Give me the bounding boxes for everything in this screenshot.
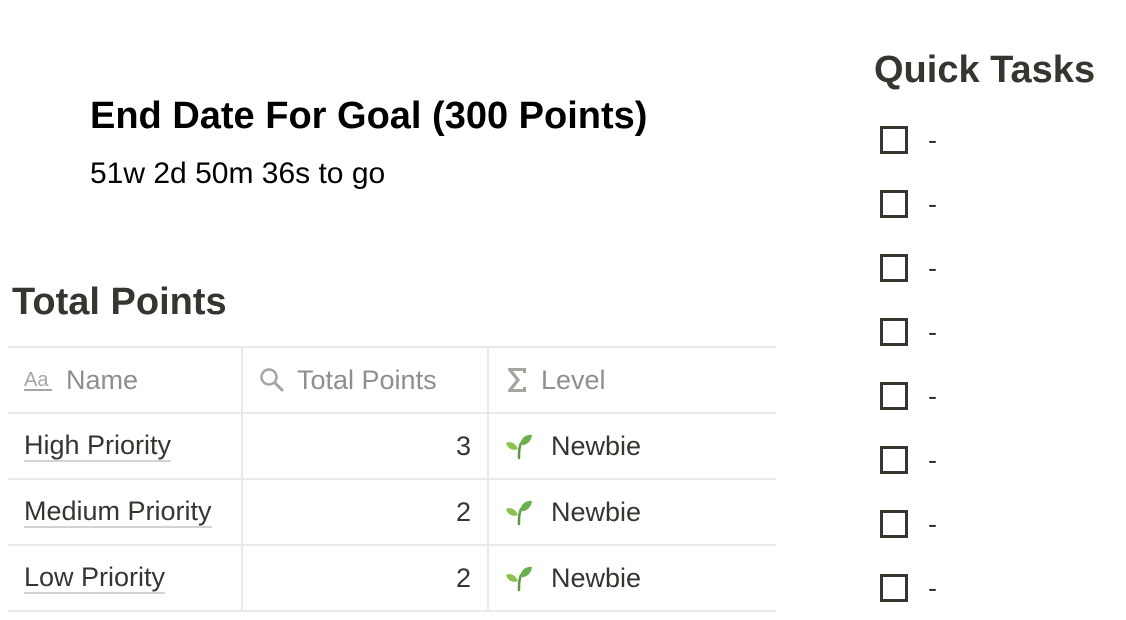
todo-text[interactable]: - xyxy=(928,189,937,220)
level-cell: Newbie xyxy=(489,546,776,610)
name-cell[interactable]: Medium Priority xyxy=(8,480,243,544)
seedling-icon xyxy=(505,564,533,592)
todo-text[interactable]: - xyxy=(928,317,937,348)
todo-item[interactable]: - xyxy=(874,492,1095,556)
goal-countdown: 51w 2d 50m 36s to go xyxy=(90,157,386,190)
todo-item[interactable]: - xyxy=(874,108,1095,172)
total-points-table: Aa Name Total Points Level High Priority… xyxy=(8,346,776,612)
quick-tasks-heading: Quick Tasks xyxy=(874,49,1096,91)
todo-item[interactable]: - xyxy=(874,300,1095,364)
todo-checkbox[interactable] xyxy=(880,254,908,282)
todo-text[interactable]: - xyxy=(928,125,937,156)
todo-checkbox[interactable] xyxy=(880,190,908,218)
seedling-icon xyxy=(505,498,533,526)
column-header-level[interactable]: Level xyxy=(489,348,776,412)
column-header-label: Level xyxy=(541,364,606,395)
todo-checkbox[interactable] xyxy=(880,318,908,346)
todo-checkbox[interactable] xyxy=(880,574,908,602)
total-points-cell: 3 xyxy=(243,414,489,478)
quick-tasks-panel: Quick Tasks - - - - - - - - xyxy=(874,46,1095,620)
total-points-cell: 2 xyxy=(243,546,489,610)
name-cell[interactable]: High Priority xyxy=(8,414,243,478)
table-header-row: Aa Name Total Points Level xyxy=(8,348,776,414)
goal-title: End Date For Goal (300 Points) xyxy=(90,95,648,137)
total-points-heading: Total Points xyxy=(12,281,227,323)
text-aa-icon: Aa xyxy=(24,367,54,393)
column-header-label: Name xyxy=(66,364,139,395)
row-name-link[interactable]: Medium Priority xyxy=(24,496,212,528)
row-name-link[interactable]: Low Priority xyxy=(24,562,166,594)
column-header-name[interactable]: Aa Name xyxy=(8,348,243,412)
todo-checkbox[interactable] xyxy=(880,446,908,474)
column-header-label: Total Points xyxy=(297,364,437,395)
sigma-icon xyxy=(505,366,529,394)
search-icon xyxy=(259,367,285,393)
table-row[interactable]: Medium Priority 2 Newbie xyxy=(8,480,776,546)
todo-item[interactable]: - xyxy=(874,172,1095,236)
todo-text[interactable]: - xyxy=(928,573,937,604)
name-cell[interactable]: Low Priority xyxy=(8,546,243,610)
goal-card: End Date For Goal (300 Points) 51w 2d 50… xyxy=(90,92,647,194)
table-row[interactable]: High Priority 3 Newbie xyxy=(8,414,776,480)
total-points-cell: 2 xyxy=(243,480,489,544)
todo-item[interactable]: - xyxy=(874,364,1095,428)
todo-checkbox[interactable] xyxy=(880,382,908,410)
level-cell: Newbie xyxy=(489,414,776,478)
todo-item[interactable]: - xyxy=(874,236,1095,300)
todo-text[interactable]: - xyxy=(928,509,937,540)
seedling-icon xyxy=(505,432,533,460)
level-label: Newbie xyxy=(551,496,642,527)
row-name-link[interactable]: High Priority xyxy=(24,430,172,462)
todo-text[interactable]: - xyxy=(928,253,937,284)
todo-checkbox[interactable] xyxy=(880,126,908,154)
todo-item[interactable]: - xyxy=(874,556,1095,620)
todo-text[interactable]: - xyxy=(928,381,937,412)
todo-text[interactable]: - xyxy=(928,445,937,476)
column-header-total-points[interactable]: Total Points xyxy=(243,348,489,412)
table-row[interactable]: Low Priority 2 Newbie xyxy=(8,546,776,612)
todo-item[interactable]: - xyxy=(874,428,1095,492)
level-label: Newbie xyxy=(551,430,642,461)
level-cell: Newbie xyxy=(489,480,776,544)
level-label: Newbie xyxy=(551,562,642,593)
svg-text:Aa: Aa xyxy=(24,369,49,391)
todo-checkbox[interactable] xyxy=(880,510,908,538)
